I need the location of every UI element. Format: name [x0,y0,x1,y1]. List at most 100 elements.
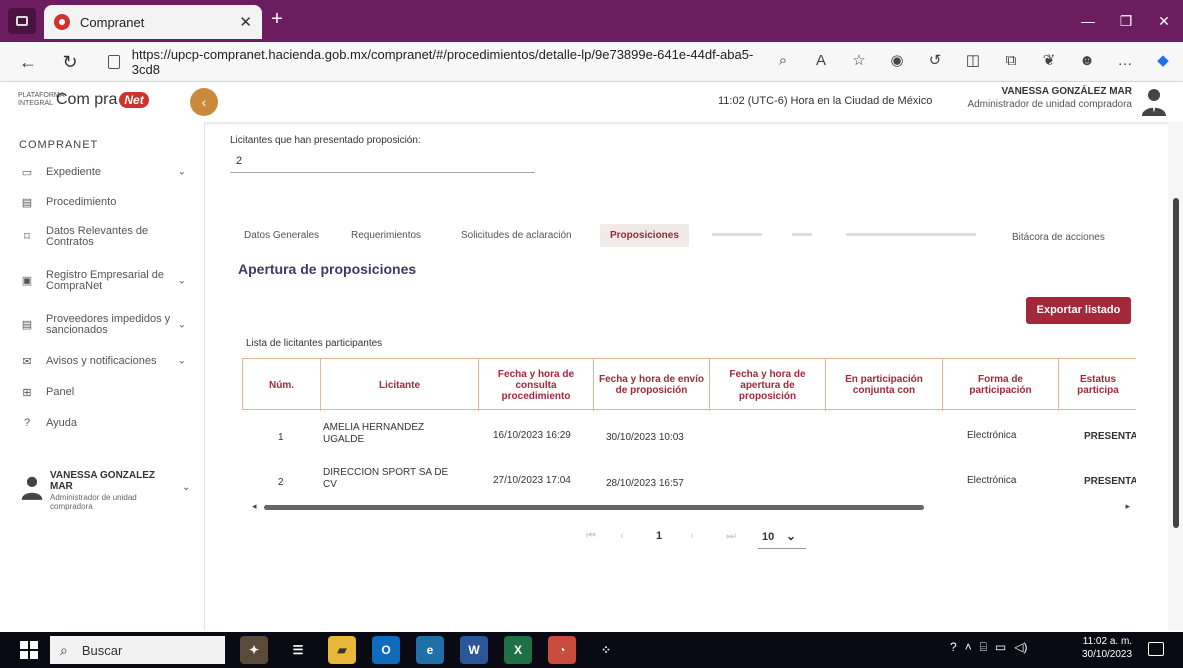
table-row[interactable]: 1 AMELIA HERNANDEZ UGALDE 16/10/2023 16:… [242,422,1136,462]
scrollbar-thumb[interactable] [1173,198,1179,528]
maximize-button[interactable]: ❐ [1107,0,1145,42]
cell-envio: 30/10/2023 10:03 [606,432,684,443]
edge-icon[interactable]: e [416,636,444,664]
start-button[interactable] [20,641,38,659]
more-icon[interactable]: … [1114,50,1136,72]
first-page-icon[interactable]: ⏮ [586,530,596,543]
favorite-star-icon[interactable]: ☆ [848,50,870,72]
next-page-icon[interactable]: › [690,530,694,542]
page-size-select[interactable]: 10 ⌄ [758,529,806,549]
briefcase-icon: ▤ [21,318,33,331]
back-button[interactable]: ← [16,50,40,74]
sidebar-item-proveedores[interactable]: ▤ Proveedores impedidos y sancionados ⌄ [20,312,190,338]
column-header[interactable]: Núm. [243,359,321,411]
volume-icon[interactable]: ◁) [1014,640,1027,655]
cell-consulta: 16/10/2023 16:29 [493,430,571,441]
system-tray[interactable]: ? ˄ ⌸ ▭ ◁) [950,640,1027,655]
scroll-right-icon[interactable]: ▸ [1125,501,1130,512]
task-view-icon[interactable]: ☰ [284,636,312,664]
compranet-logo[interactable]: PLATAFORMA INTEGRAL Com pra Net [18,91,149,109]
column-header[interactable]: Fecha y hora de consulta procedimiento [479,359,594,411]
table-row[interactable]: 2 DIRECCION SPORT SA DE CV 27/10/2023 17… [242,467,1136,507]
refresh-extension-icon[interactable]: ↺ [924,50,946,72]
close-window-button[interactable]: ✕ [1145,0,1183,42]
read-aloud-icon[interactable]: A [810,50,832,72]
outlook-icon[interactable]: O [372,636,400,664]
url-text: https://upcp-compranet.hacienda.gob.mx/c… [131,47,754,77]
refresh-button[interactable]: ↻ [58,50,82,74]
last-page-icon[interactable]: ⏭ [726,530,736,543]
minimize-button[interactable]: — [1069,0,1107,42]
close-tab-icon[interactable]: ✕ [239,13,252,31]
tab-requerimientos[interactable]: Requerimientos [351,230,421,241]
horizontal-scrollbar[interactable]: ◂ ▸ [252,501,1132,512]
column-header[interactable]: Forma de participación [943,359,1059,411]
collections-icon[interactable]: ⧉ [1000,50,1022,72]
tab-proposiciones[interactable]: Proposiciones [600,224,689,247]
excel-icon[interactable]: X [504,636,532,664]
chrome-icon[interactable]: ◔ [548,636,576,664]
scrollbar-thumb[interactable] [264,505,924,510]
sidebar-item-ayuda[interactable]: ? Ayuda [20,415,190,431]
split-screen-icon[interactable]: ◫ [962,50,984,72]
prev-page-icon[interactable]: ‹ [620,530,624,542]
tab-actions-button[interactable] [8,8,36,34]
url-field[interactable]: https://upcp-compranet.hacienda.gob.mx/c… [108,47,768,77]
sidebar-item-registro-empresarial[interactable]: ▣ Registro Empresarial de CompraNet ⌄ [20,268,190,294]
cell-estatus: PRESENTA [1084,431,1136,442]
logo-small-text: PLATAFORMA INTEGRAL [18,92,65,107]
sidebar-item-procedimiento[interactable]: ▤ Procedimiento [20,194,190,210]
network-icon[interactable]: ⌸ [980,640,987,655]
chevron-up-icon[interactable]: ˄ [965,640,972,655]
widget-icon[interactable]: ✦ [240,636,268,664]
sidebar-item-avisos[interactable]: ✉ Avisos y notificaciones ⌄ [20,353,190,369]
chevron-down-icon: ⌄ [786,529,797,543]
scroll-left-icon[interactable]: ◂ [252,501,257,512]
column-header[interactable]: Fecha y hora de envío de proposición [594,359,710,411]
tab-datos-generales[interactable]: Datos Generales [244,230,319,241]
zoom-icon[interactable]: ⌕ [772,50,794,72]
sidebar: COMPRANET ▭ Expediente ⌄ ▤ Procedimiento… [0,122,205,630]
teams-icon[interactable]: ⁘ [592,636,620,664]
column-header[interactable]: Fecha y hora de apertura de proposición [710,359,826,411]
notifications-icon[interactable] [1148,642,1164,656]
user-avatar-icon[interactable] [1140,86,1168,116]
column-header[interactable]: Estatus participa [1059,359,1137,411]
favorites-icon[interactable]: ❦ [1038,50,1060,72]
taskbar-search[interactable]: ⌕ Buscar [50,636,225,664]
word-icon[interactable]: W [460,636,488,664]
sidebar-item-label: Avisos y notificaciones [46,355,157,367]
chevron-down-icon: ⌄ [177,166,186,178]
tab-hidden-2[interactable]: ▬▬ [792,228,812,239]
grid-icon: ⊞ [22,386,32,399]
vertical-scrollbar[interactable] [1168,122,1183,630]
cell-licitante: DIRECCION SPORT SA DE CV [323,467,449,490]
clock[interactable]: 11:02 a. m. 30/10/2023 [1082,635,1132,661]
copilot-icon[interactable]: ◆ [1152,50,1174,72]
collapse-sidebar-button[interactable]: ‹ [190,88,218,116]
profile-icon[interactable]: ☻ [1076,50,1098,72]
cell-forma: Electrónica [967,430,1017,441]
battery-icon[interactable]: ▭ [995,640,1006,655]
tab-hidden-1[interactable]: ▬▬▬▬▬ [712,228,762,239]
sidebar-item-expediente[interactable]: ▭ Expediente ⌄ [20,164,190,180]
column-header[interactable]: Licitante [321,359,479,411]
new-tab-button[interactable]: + [266,9,288,31]
sidebar-user-role: Administrador de unidad compradora [50,493,137,511]
tab-hidden-3[interactable]: ▬▬▬▬▬▬▬▬▬▬▬▬▬ [846,228,976,239]
sidebar-item-panel[interactable]: ⊞ Panel [20,384,190,400]
tab-bitacora[interactable]: Bitácora de acciones [1012,232,1105,243]
header-user-info: VANESSA GONZÁLEZ MAR Administrador de un… [946,86,1132,110]
sidebar-item-label: Proveedores impedidos y sancionados [46,313,171,336]
current-page[interactable]: 1 [656,530,662,542]
help-icon[interactable]: ? [950,640,957,655]
tab-solicitudes-aclaracion[interactable]: Solicitudes de aclaración [461,230,572,241]
sidebar-item-datos-relevantes[interactable]: ⌑ Datos Relevantes de Contratos [20,224,190,250]
sidebar-item-label: Panel [46,386,75,398]
list-label: Lista de licitantes participantes [246,338,383,349]
file-explorer-icon[interactable]: ▰ [328,636,356,664]
export-list-button[interactable]: Exportar listado [1026,297,1131,324]
extension-icon[interactable]: ◉ [886,50,908,72]
column-header[interactable]: En participación conjunta con [826,359,943,411]
browser-tab[interactable]: Compranet ✕ [44,5,262,39]
